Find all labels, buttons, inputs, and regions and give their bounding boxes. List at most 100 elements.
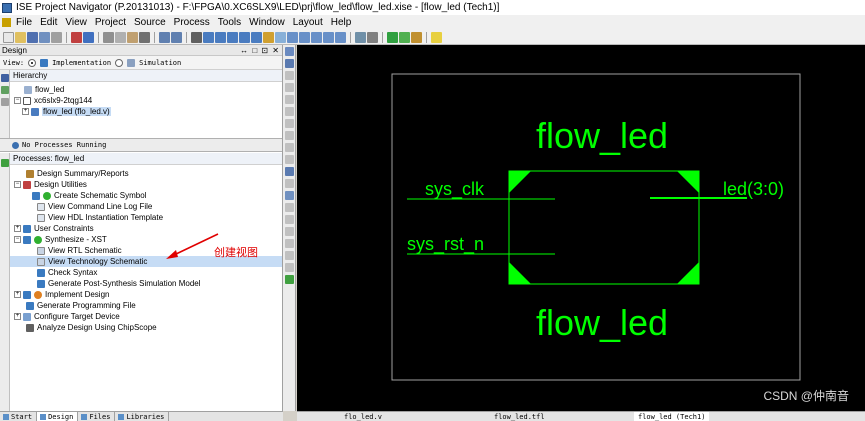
print-icon[interactable] [51, 31, 62, 43]
copy-icon[interactable] [115, 31, 126, 43]
download-icon[interactable] [284, 275, 294, 284]
zoom-icon[interactable] [284, 59, 294, 68]
menu-layout[interactable]: Layout [290, 17, 328, 28]
hierarchy-side-strip [0, 70, 10, 138]
hierarchy-item-top-module[interactable]: + flow_led (flo_led.v) [10, 106, 282, 117]
run-all-icon[interactable] [399, 31, 410, 43]
properties-icon[interactable] [367, 31, 378, 43]
implementation-label[interactable]: Implementation [52, 59, 111, 67]
cut-icon[interactable] [103, 31, 114, 43]
hierarchy-item-project[interactable]: flow_led [10, 84, 282, 95]
window-title: ISE Project Navigator (P.20131013) - F:\… [16, 2, 500, 13]
window-list-icon[interactable] [335, 31, 346, 43]
tool-icon[interactable] [284, 239, 294, 248]
hierarchy-header: Hierarchy [10, 70, 282, 82]
window-vertical-icon[interactable] [311, 31, 322, 43]
up-level-icon[interactable] [284, 107, 294, 116]
tool-icon[interactable] [284, 251, 294, 260]
design-panel-controls[interactable]: ↔ □ ⊡ ✕ [240, 46, 280, 55]
save-icon[interactable] [27, 31, 38, 43]
tab-libraries[interactable]: Libraries [115, 411, 170, 421]
fit-icon[interactable] [284, 179, 294, 188]
menu-edit[interactable]: Edit [37, 17, 62, 28]
start-icon [3, 413, 9, 420]
menu-help[interactable]: Help [328, 17, 357, 28]
menu-view[interactable]: View [62, 17, 92, 28]
undo-icon[interactable] [71, 31, 82, 43]
tips-lightbulb-icon[interactable] [431, 31, 442, 43]
schematic-canvas[interactable]: flow_led flow_led sys_clk sys_rst_n led(… [297, 45, 865, 411]
implementation-radio[interactable] [28, 58, 37, 67]
design-panel-title: Design [2, 45, 27, 55]
menu-process[interactable]: Process [171, 17, 215, 28]
redo-icon[interactable] [83, 31, 94, 43]
tab-design[interactable]: Design [37, 411, 79, 421]
zoom-in-icon[interactable] [203, 31, 214, 43]
pan-icon[interactable] [284, 71, 294, 80]
settings-icon[interactable] [355, 31, 366, 43]
schematic-view-icon[interactable] [275, 31, 286, 43]
zoom-area-icon[interactable] [251, 31, 262, 43]
process-status-bar: No Processes Running [0, 138, 282, 152]
expand-icon[interactable]: + [22, 108, 29, 115]
undo-edit-icon[interactable] [159, 31, 170, 43]
zoom-out-icon[interactable] [215, 31, 226, 43]
doc-tab-verilog[interactable]: flo_led.v [344, 412, 382, 421]
window-horizontal-icon[interactable] [323, 31, 334, 43]
open-folder-icon[interactable] [15, 31, 26, 43]
tool-icon[interactable] [284, 215, 294, 224]
back-icon[interactable] [284, 83, 294, 92]
schematic-top-label: flow_led [536, 115, 668, 156]
find-icon[interactable] [263, 31, 274, 43]
forward-icon[interactable] [284, 95, 294, 104]
zoom-full-icon[interactable] [227, 31, 238, 43]
simulation-radio[interactable] [115, 58, 124, 67]
push-icon[interactable] [284, 119, 294, 128]
tool-icon[interactable] [284, 227, 294, 236]
verilog-module-icon [31, 107, 39, 116]
add-copy-icon[interactable] [1, 86, 9, 94]
window-cascade-icon[interactable] [299, 31, 310, 43]
paste-icon[interactable] [127, 31, 138, 43]
chip-icon [23, 96, 31, 105]
doc-tab-tfl[interactable]: flow_led.tfl [494, 412, 545, 421]
menu-project[interactable]: Project [92, 17, 131, 28]
run-process-icon[interactable] [1, 159, 9, 167]
schematic-drawing: flow_led flow_led sys_clk sys_rst_n led(… [391, 73, 801, 381]
hierarchy-item-device[interactable]: − xc6slx9-2tqg144 [10, 95, 282, 106]
highlight-icon[interactable] [284, 167, 294, 176]
toolbar-separator [154, 31, 155, 43]
tab-start[interactable]: Start [0, 411, 38, 421]
snap-icon[interactable] [284, 203, 294, 212]
menu-source[interactable]: Source [131, 17, 171, 28]
panel-tabs: Start Design Files Libraries [0, 411, 283, 421]
chevron-right-icon[interactable] [191, 31, 202, 43]
process-status-text: No Processes Running [22, 141, 107, 149]
save-all-icon[interactable] [39, 31, 50, 43]
tool-icon[interactable] [284, 263, 294, 272]
add-source-icon[interactable] [1, 74, 9, 82]
help-icon[interactable] [411, 31, 422, 43]
hierarchy-label: flow_led [35, 85, 65, 94]
menu-file[interactable]: File [13, 17, 37, 28]
collapse-icon[interactable]: − [14, 97, 21, 104]
expand-icon[interactable] [284, 143, 294, 152]
tab-files[interactable]: Files [78, 411, 116, 421]
new-file-icon[interactable] [3, 31, 14, 43]
menu-tools[interactable]: Tools [215, 17, 246, 28]
doc-tab-schematic[interactable]: flow_led (Tech1) [634, 412, 710, 421]
processes-side-strip [0, 153, 10, 411]
run-icon[interactable] [387, 31, 398, 43]
delete-icon[interactable] [139, 31, 150, 43]
component-body [508, 170, 700, 285]
menu-window[interactable]: Window [246, 17, 290, 28]
collapse-icon[interactable] [284, 155, 294, 164]
pop-icon[interactable] [284, 131, 294, 140]
window-tile-icon[interactable] [287, 31, 298, 43]
redo-edit-icon[interactable] [171, 31, 182, 43]
select-icon[interactable] [284, 47, 294, 56]
remove-source-icon[interactable] [1, 98, 9, 106]
simulation-label[interactable]: Simulation [139, 59, 181, 67]
grid-icon[interactable] [284, 191, 294, 200]
zoom-selection-icon[interactable] [239, 31, 250, 43]
